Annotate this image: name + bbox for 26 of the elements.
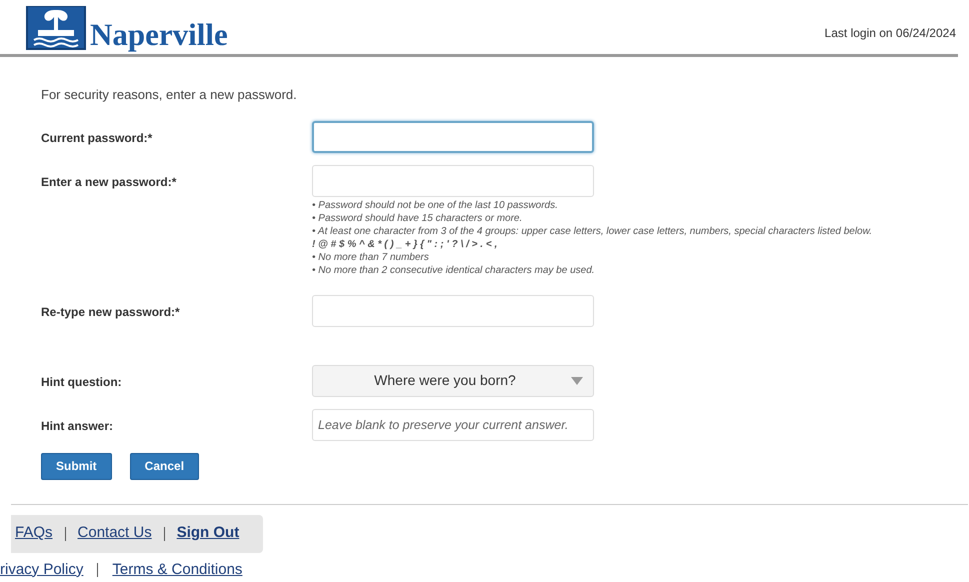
field-label: Re-type new password:* bbox=[41, 304, 181, 320]
password-rule: ! @ # $ % ^ & * ( ) _ + } { " : ; ' ? \ / > . < , bbox=[312, 238, 498, 250]
input-field[interactable]: Leave blank to preserve your current answer. bbox=[312, 408, 594, 440]
footer-link[interactable]: Contact Us bbox=[78, 522, 152, 545]
footer-link[interactable]: FAQs bbox=[15, 522, 53, 545]
password-field[interactable] bbox=[312, 120, 594, 152]
footer-link[interactable]: Terms & Conditions bbox=[112, 558, 242, 581]
footer-link[interactable]: rivacy Policy bbox=[0, 558, 84, 581]
logo-icon bbox=[26, 6, 86, 50]
field-label: Hint answer: bbox=[41, 418, 114, 434]
hint-question-select[interactable]: Where were you born? bbox=[312, 364, 594, 396]
logo-text: Naperville bbox=[90, 19, 228, 50]
password-rule: • At least one character from 3 of the 4 groups: upper case letters, lower case letters, numbers, special characters listed below. bbox=[312, 224, 872, 238]
field-label: Current password:* bbox=[41, 130, 154, 146]
footer-link[interactable]: Sign Out bbox=[176, 522, 240, 545]
caret-icon bbox=[571, 376, 583, 384]
intro-text: For security reasons, enter a new password. bbox=[41, 86, 298, 104]
submit-button[interactable]: Submit bbox=[41, 452, 112, 480]
field-label: Hint question: bbox=[41, 374, 123, 390]
password-rule: • Password should have 15 characters or more. bbox=[312, 212, 524, 224]
last-login-text: Last login on 06/24/2024 bbox=[824, 25, 956, 42]
password-rule: • No more than 2 consecutive identical characters may be used. bbox=[312, 264, 596, 276]
password-rule: • Password should not be one of the last 10 passwords. bbox=[312, 198, 559, 212]
field-label: Enter a new password:* bbox=[41, 174, 178, 190]
cancel-button[interactable]: Cancel bbox=[130, 452, 200, 480]
password-rule: • No more than 7 numbers bbox=[312, 250, 430, 264]
